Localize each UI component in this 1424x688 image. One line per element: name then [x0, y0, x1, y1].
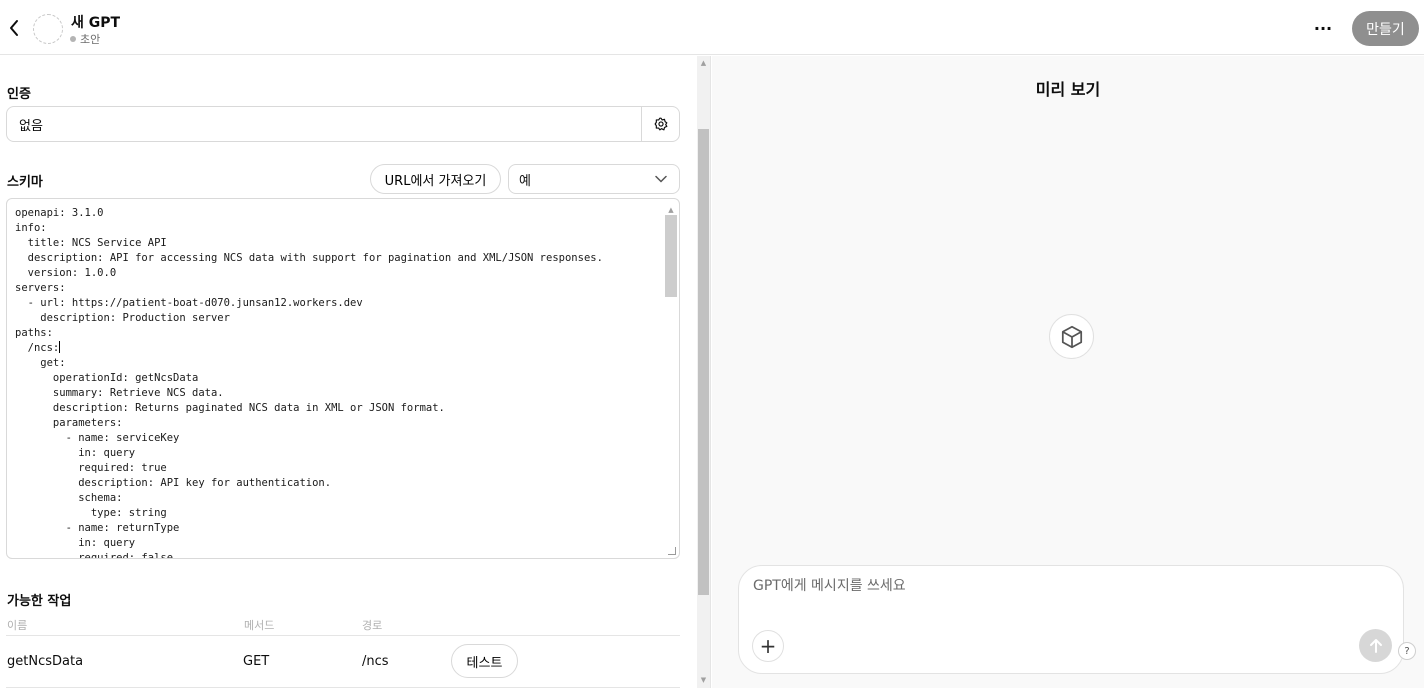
- preview-title: 미리 보기: [1035, 80, 1101, 99]
- arrow-up-icon: [1369, 638, 1382, 653]
- chevron-down-icon: [655, 175, 667, 183]
- cube-icon: [1061, 325, 1082, 348]
- resize-handle-icon[interactable]: [668, 547, 676, 555]
- scroll-down-icon[interactable]: ▼: [697, 676, 710, 684]
- editor-scroll-thumb[interactable]: [665, 215, 677, 297]
- editor-scrollbar[interactable]: ▲: [665, 205, 677, 545]
- status-dot-icon: [70, 36, 76, 42]
- gear-icon: [654, 117, 667, 131]
- test-action-button[interactable]: 테스트: [451, 644, 518, 678]
- actions-table-header: 이름 메서드 경로: [6, 616, 680, 636]
- table-row: getNcsData GET /ncs 테스트: [6, 636, 680, 688]
- actions-label: 가능한 작업: [7, 594, 72, 609]
- pane-scrollbar[interactable]: ▲ ▼: [697, 56, 710, 688]
- message-input[interactable]: [753, 578, 1313, 594]
- create-button[interactable]: 만들기: [1352, 11, 1419, 46]
- auth-value: 없음: [19, 118, 43, 134]
- help-button[interactable]: ?: [1398, 642, 1416, 660]
- import-from-url-button[interactable]: URL에서 가져오기: [370, 164, 501, 194]
- example-select[interactable]: 예: [508, 164, 680, 194]
- auth-settings-button[interactable]: [641, 107, 679, 141]
- message-composer: +: [738, 565, 1404, 674]
- action-method: GET: [243, 654, 270, 669]
- configure-pane: · · · · · · 인증 없음 스키마 URL에서 가져오기 예 opena…: [0, 56, 711, 688]
- schema-label: 스키마: [7, 175, 43, 190]
- schema-code-after-cursor: get: operationId: getNcsData summary: Re…: [40, 357, 445, 559]
- more-options-button[interactable]: ···: [1311, 16, 1335, 40]
- top-bar: 새 GPT 초안 ··· 만들기: [0, 0, 1424, 55]
- scroll-up-arrow-icon[interactable]: ▲: [665, 205, 677, 215]
- text-cursor: [59, 341, 61, 353]
- schema-code-before-cursor: openapi: 3.1.0 info: title: NCS Service …: [15, 207, 603, 354]
- gpt-name: 새 GPT: [71, 15, 121, 31]
- auth-field[interactable]: 없음: [6, 106, 680, 142]
- schema-editor[interactable]: openapi: 3.1.0 info: title: NCS Service …: [6, 198, 680, 559]
- chevron-left-icon: [10, 20, 18, 36]
- auth-label: 인증: [7, 87, 31, 102]
- actions-table: 이름 메서드 경로 getNcsData GET /ncs 테스트: [6, 616, 680, 688]
- attach-button[interactable]: +: [752, 630, 784, 662]
- clipped-text: · · · · · ·: [296, 56, 371, 58]
- preview-pane: 미리 보기 + ?: [712, 56, 1424, 688]
- gpt-avatar-placeholder[interactable]: [33, 14, 63, 44]
- example-select-value: 예: [519, 173, 531, 189]
- column-name: 이름: [7, 619, 28, 632]
- column-method: 메서드: [244, 619, 275, 632]
- schema-code: openapi: 3.1.0 info: title: NCS Service …: [15, 206, 603, 559]
- action-path: /ncs: [362, 654, 389, 669]
- column-path: 경로: [362, 619, 383, 632]
- pane-scroll-thumb[interactable]: [698, 129, 709, 595]
- send-button[interactable]: [1359, 629, 1392, 662]
- scroll-up-icon[interactable]: ▲: [697, 59, 710, 67]
- gpt-placeholder-avatar: [1049, 314, 1094, 359]
- back-button[interactable]: [4, 16, 24, 40]
- draft-status: 초안: [70, 31, 100, 47]
- action-name: getNcsData: [7, 654, 84, 669]
- status-label: 초안: [80, 33, 101, 46]
